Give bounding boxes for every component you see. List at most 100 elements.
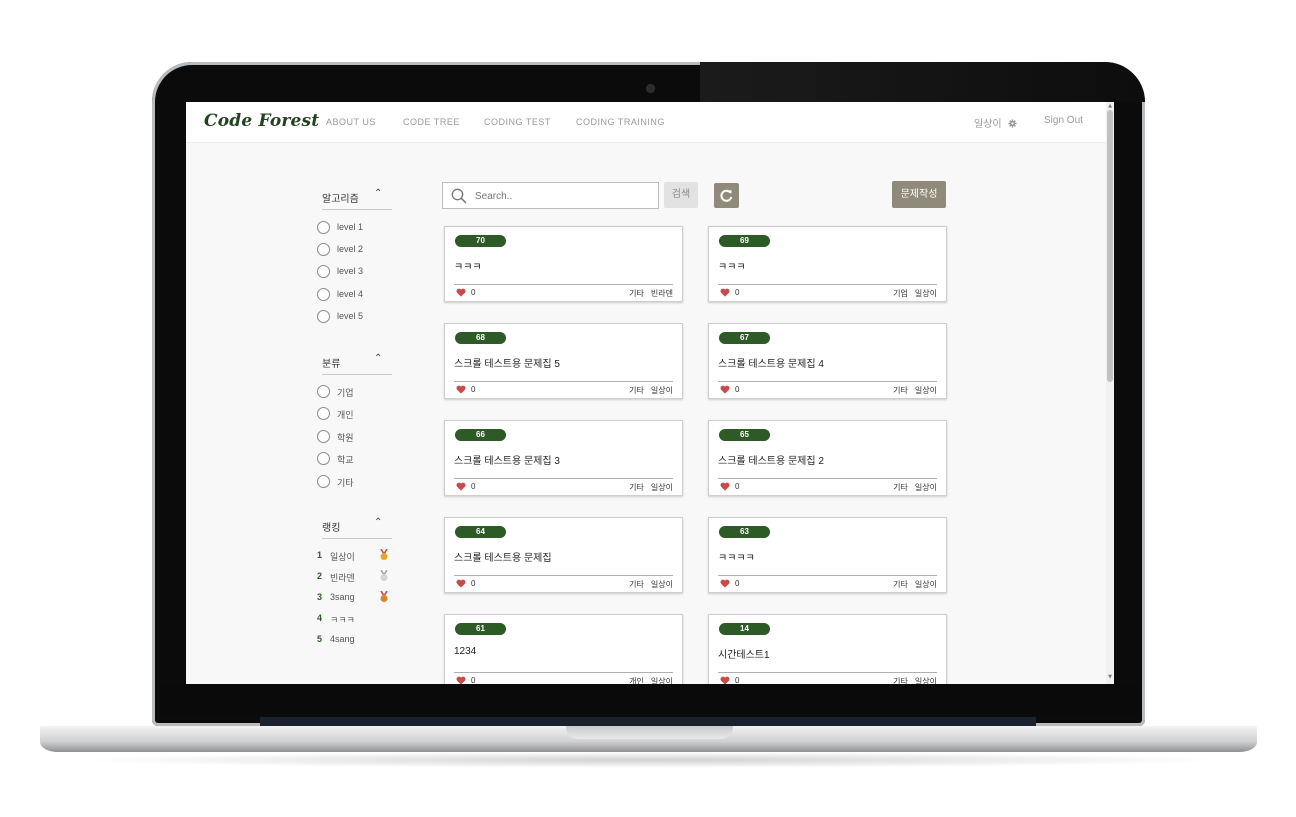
problem-card[interactable]: 63 ㅋㅋㅋㅋ 0 기타 일상이 xyxy=(708,517,947,593)
rank-user[interactable]: 빈라덴 xyxy=(330,571,355,584)
card-meta: 기타 일상이 xyxy=(629,579,673,590)
card-meta: 기타 일상이 xyxy=(893,482,937,493)
rank-number: 3 xyxy=(317,592,323,602)
chevron-up-icon: ⌃ xyxy=(374,517,383,528)
search-box[interactable] xyxy=(442,182,659,209)
radio-circle xyxy=(317,407,330,420)
problem-card[interactable]: 14 시간테스트1 0 기타 일상이 xyxy=(708,614,947,684)
problem-category: 기타 xyxy=(629,483,644,492)
heart-icon[interactable] xyxy=(720,579,730,588)
nav-code-tree[interactable]: CODE TREE xyxy=(403,117,460,127)
camera-icon xyxy=(647,85,654,92)
heart-icon[interactable] xyxy=(456,385,466,394)
problem-author: 일상이 xyxy=(650,677,673,684)
silver-medal-icon xyxy=(380,570,388,581)
like-count: 0 xyxy=(735,385,740,394)
scroll-down-icon[interactable]: ▼ xyxy=(1108,674,1112,680)
card-divider xyxy=(454,381,673,382)
radio-label: 학교 xyxy=(337,455,354,465)
problem-id-badge: 63 xyxy=(719,526,770,538)
card-meta: 기타 일상이 xyxy=(629,482,673,493)
card-meta: 기타 일상이 xyxy=(629,385,673,396)
brand-logo[interactable]: Code Forest xyxy=(204,111,319,131)
problem-title: 스크롤 테스트용 문제집 xyxy=(454,553,552,564)
problem-card[interactable]: 68 스크롤 테스트용 문제집 5 0 기타 일상이 xyxy=(444,323,683,399)
card-meta: 기타 빈라덴 xyxy=(629,288,673,299)
radio-label: level 1 xyxy=(337,222,364,232)
problem-card[interactable]: 61 1234 0 개인 일상이 xyxy=(444,614,683,684)
like-count: 0 xyxy=(471,579,476,588)
problem-card[interactable]: 64 스크롤 테스트용 문제집 0 기타 일상이 xyxy=(444,517,683,593)
problem-category: 기업 xyxy=(893,289,908,298)
like-count: 0 xyxy=(471,288,476,297)
filter-header-ranking[interactable]: 랭킹 ⌃ xyxy=(322,516,392,539)
search-button[interactable]: 검색 xyxy=(664,182,698,208)
radio-circle xyxy=(317,385,330,398)
write-problem-button[interactable]: 문제작성 xyxy=(892,181,946,208)
card-meta: 개인 일상이 xyxy=(629,676,673,684)
problem-title: ㅋㅋㅋㅋ xyxy=(718,553,755,564)
problem-title: 스크롤 테스트용 문제집 5 xyxy=(454,359,560,370)
user-name: 일상이 xyxy=(974,119,1002,130)
heart-icon[interactable] xyxy=(456,676,466,684)
problem-title: 스크롤 테스트용 문제집 4 xyxy=(718,359,824,370)
radio-circle xyxy=(317,265,330,278)
like-count: 0 xyxy=(735,482,740,491)
problem-card[interactable]: 70 ㅋㅋㅋ 0 기타 빈라덴 xyxy=(444,226,683,302)
scrollbar[interactable]: ▲ ▼ xyxy=(1106,102,1114,684)
nav-about-us[interactable]: ABOUT US xyxy=(326,117,376,127)
heart-icon[interactable] xyxy=(720,482,730,491)
problem-title: 스크롤 테스트용 문제집 2 xyxy=(718,456,824,467)
nav-coding-test[interactable]: CODING TEST xyxy=(484,117,551,127)
problem-card[interactable]: 67 스크롤 테스트용 문제집 4 0 기타 일상이 xyxy=(708,323,947,399)
rank-user[interactable]: 3sang xyxy=(330,592,355,602)
problem-id-badge: 67 xyxy=(719,332,770,344)
scroll-up-icon[interactable]: ▲ xyxy=(1108,103,1112,109)
card-meta: 기타 일상이 xyxy=(893,579,937,590)
problem-category: 기타 xyxy=(893,483,908,492)
user-menu[interactable]: 일상이 xyxy=(974,115,1017,130)
problem-card[interactable]: 66 스크롤 테스트용 문제집 3 0 기타 일상이 xyxy=(444,420,683,496)
radio-label: 학원 xyxy=(337,433,354,443)
sign-out-link[interactable]: Sign Out xyxy=(1044,115,1083,126)
problem-category: 기타 xyxy=(893,386,908,395)
heart-icon[interactable] xyxy=(720,385,730,394)
problem-title: ㅋㅋㅋ xyxy=(454,262,482,273)
problem-id-badge: 66 xyxy=(455,429,506,441)
heart-icon[interactable] xyxy=(456,288,466,297)
rank-user[interactable]: ㅋㅋㅋ xyxy=(330,613,355,626)
gold-medal-icon xyxy=(380,549,388,560)
rank-user[interactable]: 일상이 xyxy=(330,550,355,563)
problem-card[interactable]: 65 스크롤 테스트용 문제집 2 0 기타 일상이 xyxy=(708,420,947,496)
radio-label: 기타 xyxy=(337,478,354,488)
radio-label: level 5 xyxy=(337,311,364,321)
nav-coding-training[interactable]: CODING TRAINING xyxy=(576,117,665,127)
search-input[interactable] xyxy=(475,189,645,203)
heart-icon[interactable] xyxy=(456,482,466,491)
scroll-thumb[interactable] xyxy=(1107,110,1113,382)
rank-number: 1 xyxy=(317,550,323,560)
problem-id-badge: 65 xyxy=(719,429,770,441)
problem-author: 일상이 xyxy=(650,580,673,589)
card-divider xyxy=(718,478,937,479)
problem-title: 스크롤 테스트용 문제집 3 xyxy=(454,456,560,467)
rank-user[interactable]: 4sang xyxy=(330,634,355,644)
problem-id-badge: 70 xyxy=(455,235,506,247)
filter-header-algorithm[interactable]: 알고리즘 ⌃ xyxy=(322,187,392,210)
problem-category: 기타 xyxy=(893,677,908,684)
refresh-button[interactable] xyxy=(714,183,739,208)
problem-card[interactable]: 69 ㅋㅋㅋ 0 기업 일상이 xyxy=(708,226,947,302)
heart-icon[interactable] xyxy=(720,676,730,684)
filter-title: 분류 xyxy=(322,359,341,370)
problem-title: 시간테스트1 xyxy=(718,650,770,661)
heart-icon[interactable] xyxy=(456,579,466,588)
problem-category: 기타 xyxy=(629,386,644,395)
problem-author: 일상이 xyxy=(914,483,937,492)
like-count: 0 xyxy=(471,482,476,491)
rank-number: 2 xyxy=(317,571,323,581)
problem-id-badge: 14 xyxy=(719,623,770,635)
filter-header-category[interactable]: 분류 ⌃ xyxy=(322,352,392,375)
card-divider xyxy=(718,284,937,285)
heart-icon[interactable] xyxy=(720,288,730,297)
problem-category: 기타 xyxy=(629,289,644,298)
